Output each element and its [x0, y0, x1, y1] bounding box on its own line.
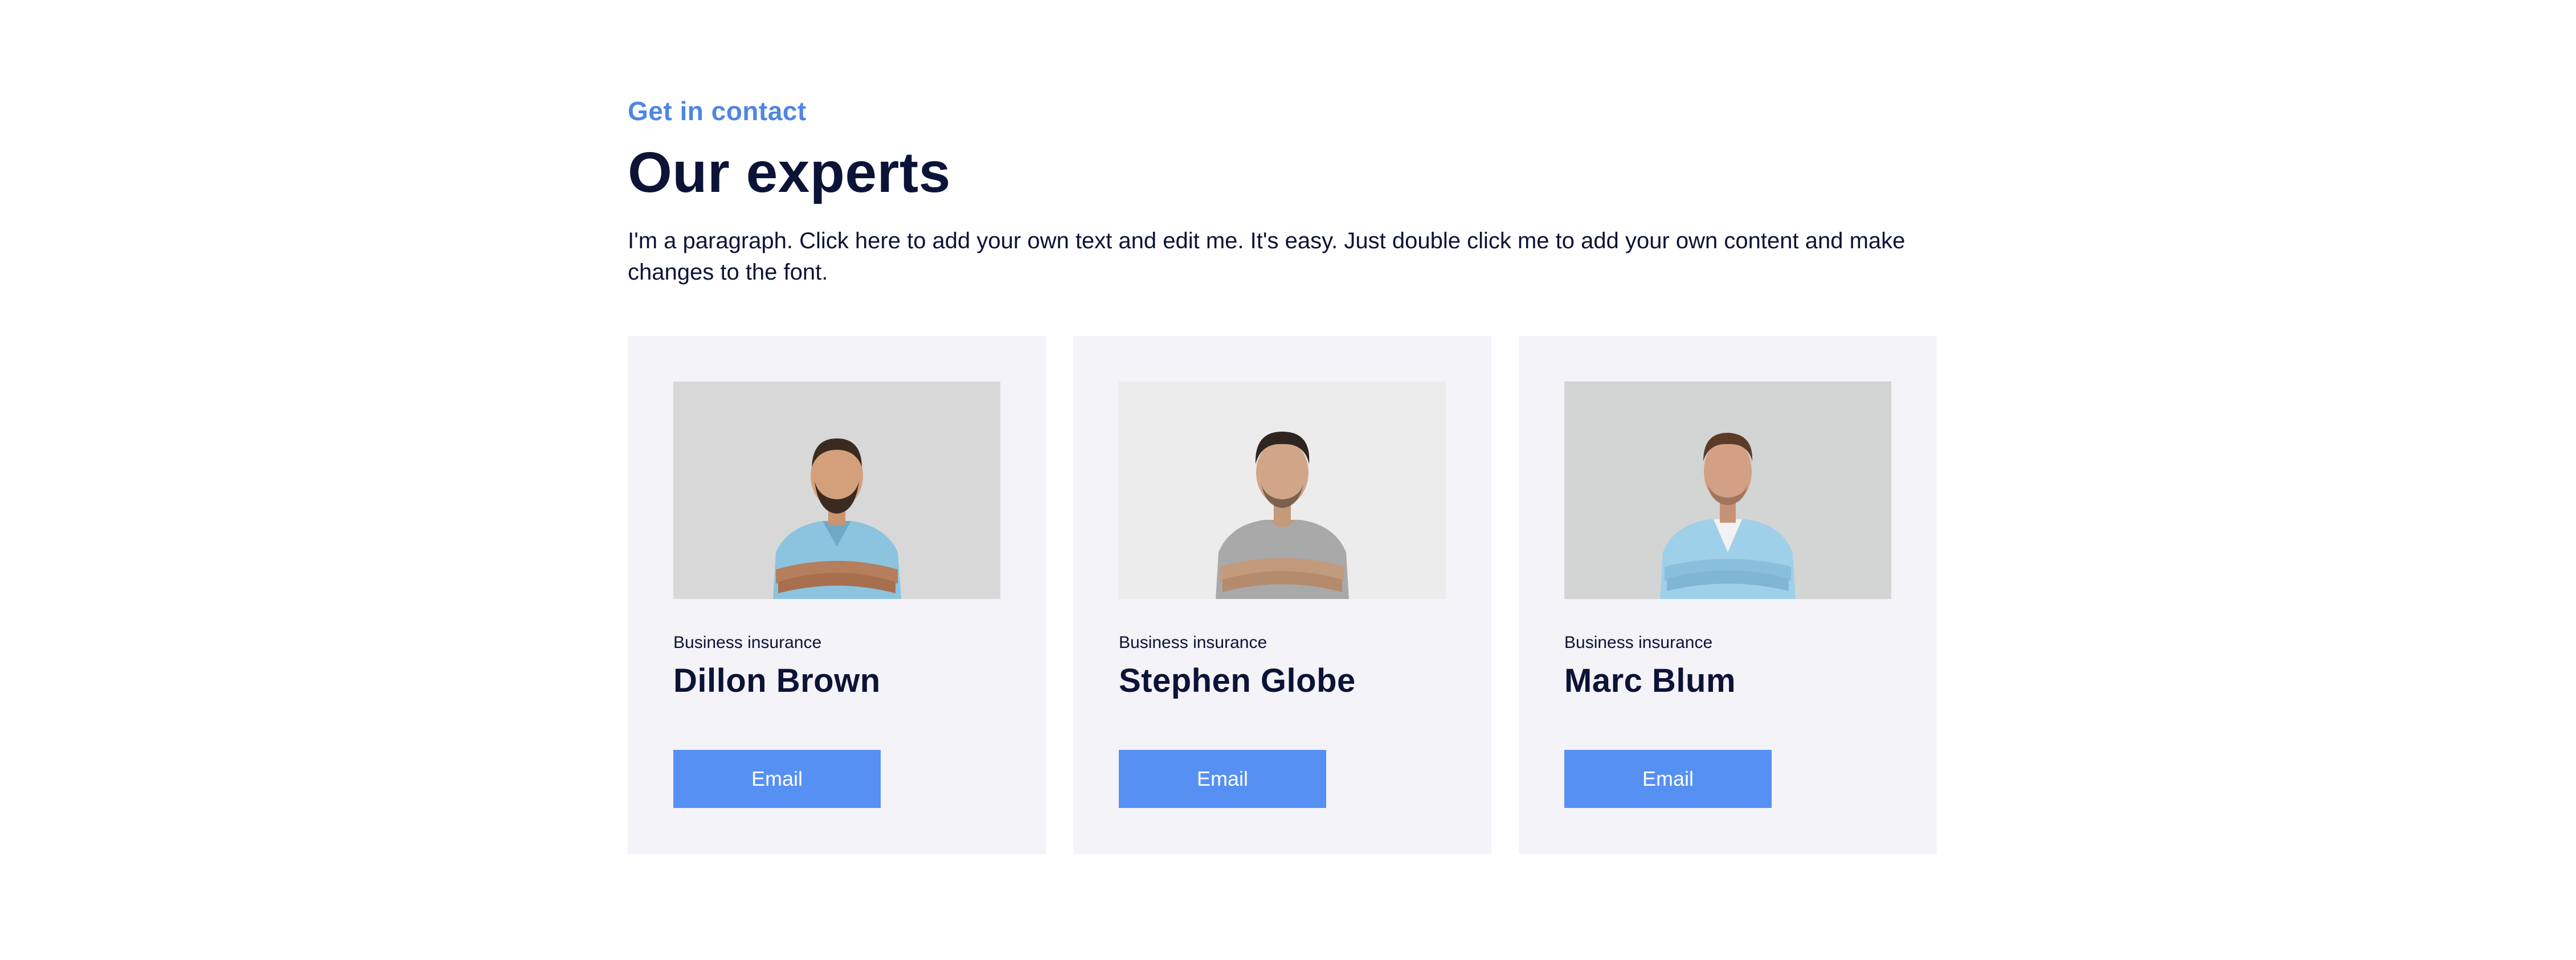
expert-name: Marc Blum	[1564, 662, 1736, 699]
expert-photo	[1564, 381, 1891, 599]
section-kicker: Get in contact	[628, 96, 807, 126]
expert-card: Business insurance Dillon Brown Email	[628, 336, 1046, 854]
expert-photo	[673, 381, 1000, 599]
email-button[interactable]: Email	[1119, 750, 1326, 808]
email-button[interactable]: Email	[673, 750, 881, 808]
expert-name: Stephen Globe	[1119, 662, 1356, 699]
expert-role: Business insurance	[1564, 633, 1713, 652]
expert-card: Business insurance Marc Blum Email	[1519, 336, 1937, 854]
experts-list: Business insurance Dillon Brown Email Bu…	[628, 336, 1937, 854]
page-title: Our experts	[628, 141, 951, 204]
expert-photo	[1119, 381, 1446, 599]
expert-name: Dillon Brown	[673, 662, 881, 699]
expert-role: Business insurance	[673, 633, 822, 652]
intro-paragraph: I'm a paragraph. Click here to add your …	[628, 228, 1906, 285]
expert-card: Business insurance Stephen Globe Email	[1073, 336, 1491, 854]
experts-section: Get in contact Our experts I'm a paragra…	[628, 0, 1937, 960]
email-button[interactable]: Email	[1564, 750, 1772, 808]
expert-role: Business insurance	[1119, 633, 1267, 652]
